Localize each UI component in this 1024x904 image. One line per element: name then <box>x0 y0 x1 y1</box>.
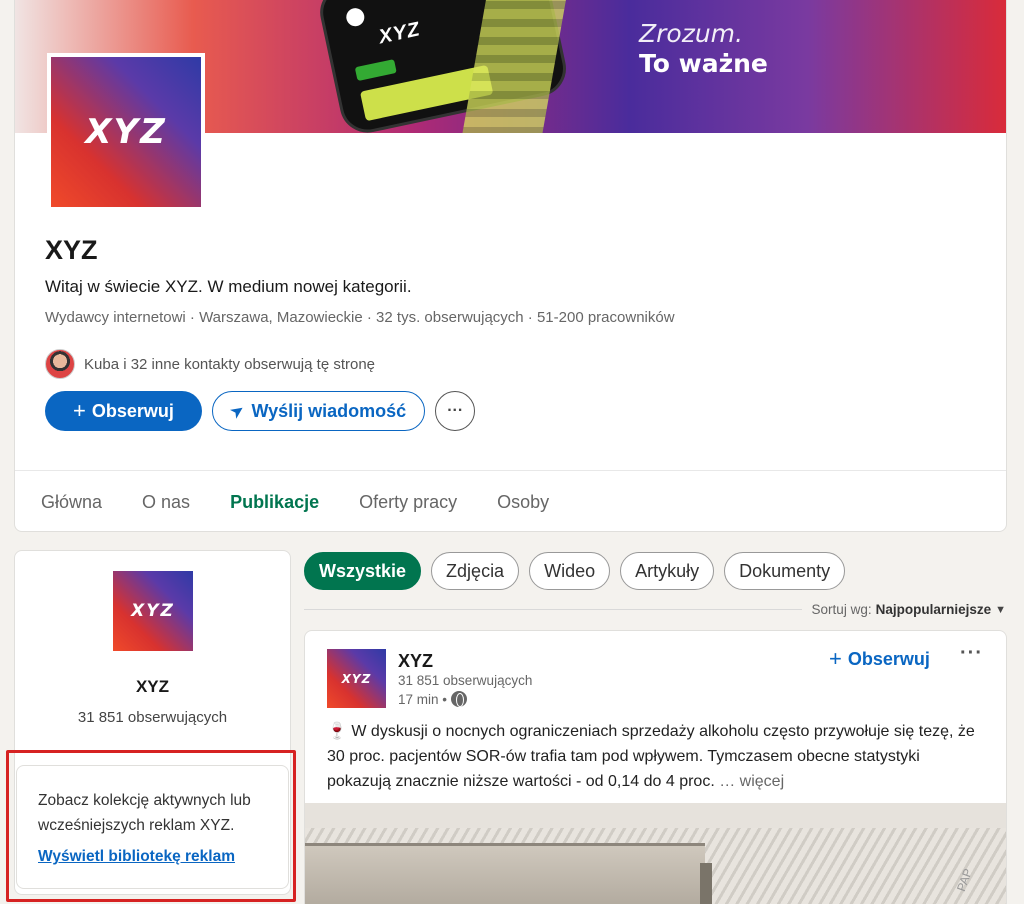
tab-people[interactable]: Osoby <box>477 471 569 531</box>
post-time-text: 17 min • <box>398 691 447 707</box>
sort-dropdown[interactable]: Najpopularniejsze <box>876 602 992 617</box>
send-message-label: Wyślij wiadomość <box>251 400 407 421</box>
tab-home[interactable]: Główna <box>21 471 122 531</box>
sort-row: Sortuj wg: Najpopularniejsze ▼ <box>304 602 1006 617</box>
company-name: XYZ <box>45 235 98 265</box>
follow-button-label: Obserwuj <box>91 400 174 421</box>
image-panel <box>700 863 712 904</box>
filter-articles[interactable]: Artykuły <box>620 552 715 590</box>
ads-library-card: Zobacz kolekcję aktywnych lub wcześniejs… <box>16 765 289 889</box>
phone-logo: XYZ <box>376 18 423 49</box>
see-more-link[interactable]: … więcej <box>719 773 784 790</box>
sidebar-followers: 31 851 obserwujących <box>77 709 228 726</box>
divider <box>304 609 802 610</box>
filter-photos[interactable]: Zdjęcia <box>431 552 520 590</box>
post-text: 🍷 W dyskusji o nocnych ograniczeniach sp… <box>327 719 987 794</box>
image-watermark: PAP <box>954 866 976 894</box>
connections-text: Kuba i 32 inne kontakty obserwują tę str… <box>84 355 376 373</box>
profile-actions: + Obserwuj ➤ Wyślij wiadomość ··· <box>45 391 476 431</box>
ads-library-link[interactable]: Wyświetl bibliotekę reklam <box>38 848 235 866</box>
phone-chip <box>354 59 397 82</box>
post-body-text: 🍷 W dyskusji o nocnych ograniczeniach sp… <box>327 723 975 790</box>
banner-tagline-line1: Zrozum. <box>639 19 743 48</box>
send-icon: ➤ <box>227 400 248 422</box>
plus-icon: + <box>829 646 842 671</box>
send-message-button[interactable]: ➤ Wyślij wiadomość <box>211 391 426 431</box>
company-profile-card: XYZ Zrozum. To ważne XYZ XYZ Witaj w świ… <box>14 0 1007 532</box>
plus-icon: + <box>73 398 86 423</box>
post-card: XYZ XYZ 31 851 obserwujących 17 min • + … <box>304 630 1007 904</box>
post-follow-button[interactable]: + Obserwuj <box>829 646 930 672</box>
company-logo-image: XYZ <box>51 57 201 207</box>
sidebar-logo-image: XYZ <box>113 571 193 651</box>
company-logo[interactable]: XYZ <box>47 53 205 211</box>
follow-button[interactable]: + Obserwuj <box>45 391 202 431</box>
ads-highlight-box: Zobacz kolekcję aktywnych lub wcześniejs… <box>6 750 296 902</box>
post-author-name[interactable]: XYZ <box>398 651 433 672</box>
filter-video[interactable]: Wideo <box>529 552 611 590</box>
company-tagline: Witaj w świecie XYZ. W medium nowej kate… <box>45 277 412 296</box>
page-tabs: Główna O nas Publikacje Oferty pracy Oso… <box>15 470 1006 531</box>
tab-about[interactable]: O nas <box>122 471 210 531</box>
banner-tagline: Zrozum. To ważne <box>639 19 768 79</box>
globe-icon <box>451 691 467 707</box>
tab-jobs[interactable]: Oferty pracy <box>339 471 477 531</box>
ads-library-text: Zobacz kolekcję aktywnych lub wcześniejs… <box>38 792 251 834</box>
filter-documents[interactable]: Dokumenty <box>724 552 846 590</box>
post-timestamp: 17 min • <box>398 691 467 707</box>
post-logo-image: XYZ <box>327 649 386 708</box>
post-author-followers: 31 851 obserwujących <box>398 673 533 688</box>
more-options-button[interactable]: ··· <box>435 391 476 431</box>
post-filters: Wszystkie Zdjęcia Wideo Artykuły Dokumen… <box>304 552 846 590</box>
sort-label: Sortuj wg: <box>811 602 872 617</box>
more-icon: ··· <box>447 402 464 419</box>
caret-down-icon[interactable]: ▼ <box>995 604 1006 616</box>
company-meta: Wydawcy internetowi · Warszawa, Mazowiec… <box>45 309 675 326</box>
connections-row[interactable]: Kuba i 32 inne kontakty obserwują tę str… <box>45 349 375 379</box>
filter-all[interactable]: Wszystkie <box>304 552 422 590</box>
post-menu-button[interactable]: ··· <box>960 642 983 665</box>
sidebar-company-name[interactable]: XYZ <box>15 677 290 697</box>
banner-tagline-line2: To ważne <box>639 49 768 78</box>
sidebar-company-logo[interactable]: XYZ <box>113 571 193 651</box>
post-follow-label: Obserwuj <box>847 648 930 669</box>
post-image[interactable]: PAP <box>305 803 1006 904</box>
image-panel <box>305 843 705 904</box>
tab-posts[interactable]: Publikacje <box>210 471 339 531</box>
phone-dot <box>344 6 367 28</box>
avatar <box>45 349 75 379</box>
post-author-logo[interactable]: XYZ <box>327 649 386 708</box>
